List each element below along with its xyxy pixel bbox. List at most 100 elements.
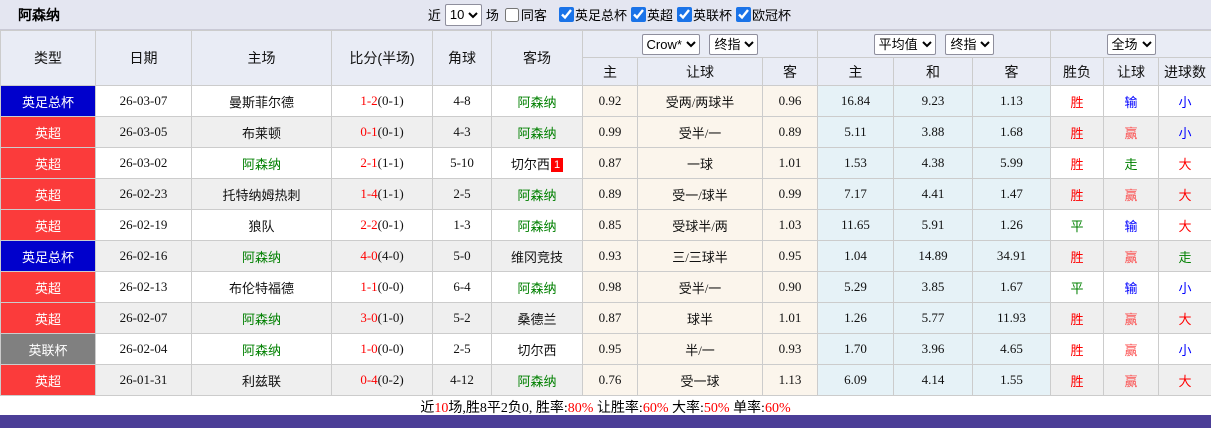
match-row: 英足总杯 26-02-16 阿森纳 4-0(4-0) 5-0 维冈竞技 0.93 三/三球半 0… <box>0 240 1211 272</box>
crow-away-odds: 0.99 <box>762 178 818 210</box>
league-filter-checkbox[interactable] <box>558 7 574 22</box>
match-row: 英超 26-02-23 托特纳姆热刺 1-4(1-1) 2-5 阿森纳 0.89 受一/球半 0… <box>0 178 1211 210</box>
col-header-score: 比分(半场) <box>331 30 433 86</box>
col-header-crow-handicap: 让球 <box>637 57 763 86</box>
crow-home-odds: 0.98 <box>582 271 638 303</box>
col-header-home: 主场 <box>191 30 332 86</box>
recent-suffix-label: 场 <box>485 8 499 23</box>
avg-away-odds: 11.93 <box>971 302 1052 334</box>
result-wdl: 胜 <box>1050 178 1105 210</box>
halftime-score: (0-1) <box>377 217 404 232</box>
match-date: 26-02-19 <box>95 209 192 241</box>
crow-handicap: 三/三球半 <box>637 240 763 272</box>
away-team: 阿森纳 <box>491 209 583 241</box>
avg-home-odds: 16.84 <box>817 85 894 117</box>
halftime-score: (0-2) <box>377 372 404 387</box>
scope-select[interactable]: 全场 <box>1106 33 1156 55</box>
avg-home-odds: 1.26 <box>817 302 894 334</box>
league-filter-checkbox[interactable] <box>735 7 751 22</box>
corner-score: 6-4 <box>432 271 492 303</box>
match-table-body: 英足总杯 26-03-07 曼斯菲尔德 1-2(0-1) 4-8 阿森纳 0.92 受两/两球… <box>0 85 1211 396</box>
col-header-date: 日期 <box>95 30 192 86</box>
away-team: 阿森纳 <box>491 85 583 117</box>
avg-draw-odds: 14.89 <box>893 240 973 272</box>
crow-handicap: 受半/一 <box>637 271 763 303</box>
col-header-result-handicap: 让球 <box>1103 57 1160 86</box>
corner-score: 5-0 <box>432 240 492 272</box>
away-team-name: 阿森纳 <box>517 187 557 203</box>
result-goals: 大 <box>1158 178 1211 210</box>
summary-segment: 单率: <box>729 401 765 416</box>
corner-score: 2-5 <box>432 333 492 365</box>
summary-segment: 60% <box>642 401 669 416</box>
avg-home-odds: 1.04 <box>817 240 894 272</box>
avg-home-odds: 6.09 <box>817 364 894 396</box>
home-team: 狼队 <box>191 209 332 241</box>
summary-segment: 50% <box>703 401 730 416</box>
league-type-cell: 英联杯 <box>0 333 96 365</box>
away-team-name: 阿森纳 <box>517 373 557 389</box>
corner-score: 2-5 <box>432 178 492 210</box>
halftime-score: (0-1) <box>377 124 404 139</box>
fulltime-score: 3-0 <box>360 310 378 325</box>
avg-home-odds: 5.11 <box>817 116 894 148</box>
corner-score: 1-3 <box>432 209 492 241</box>
crow-home-odds: 0.87 <box>582 302 638 334</box>
summary-segment: 场,胜8平2负0, 胜率: <box>448 401 568 416</box>
crow-source-select[interactable]: Crow* <box>641 33 700 55</box>
match-date: 26-02-04 <box>95 333 192 365</box>
crow-away-odds: 0.96 <box>762 85 818 117</box>
crow-away-odds: 1.01 <box>762 302 818 334</box>
crow-home-odds: 0.87 <box>582 147 638 179</box>
col-header-away: 客场 <box>491 30 583 86</box>
match-date: 26-01-31 <box>95 364 192 396</box>
league-filter-checkbox[interactable] <box>676 7 692 22</box>
away-team: 切尔西 <box>491 333 583 365</box>
fulltime-score: 1-4 <box>360 186 378 201</box>
match-date: 26-02-13 <box>95 271 192 303</box>
result-handicap: 赢 <box>1103 116 1160 148</box>
match-date: 26-03-07 <box>95 85 192 117</box>
halftime-score: (0-0) <box>377 279 404 294</box>
crow-away-odds: 1.01 <box>762 147 818 179</box>
filter-controls: 近 10 场 同客 英足总杯 英超 英联杯 欧冠杯 <box>428 3 791 26</box>
avg-home-odds: 5.29 <box>817 271 894 303</box>
avg-stage-select[interactable]: 终指 <box>945 33 995 55</box>
same-away-checkbox[interactable] <box>504 7 519 22</box>
fulltime-score: 1-0 <box>360 341 378 356</box>
halftime-score: (0-1) <box>377 93 404 108</box>
avg-draw-odds: 3.96 <box>893 333 973 365</box>
col-header-crow-home: 主 <box>582 57 638 86</box>
result-wdl: 胜 <box>1050 85 1105 117</box>
league-type-cell: 英超 <box>0 271 96 303</box>
avg-draw-odds: 5.77 <box>893 302 973 334</box>
league-type-cell: 英超 <box>0 178 96 210</box>
league-type-cell: 英足总杯 <box>0 85 96 117</box>
home-team: 阿森纳 <box>191 333 332 365</box>
crow-away-odds: 1.03 <box>762 209 818 241</box>
avg-draw-odds: 4.14 <box>893 364 973 396</box>
match-row: 英超 26-02-13 布伦特福德 1-1(0-0) 6-4 阿森纳 0.98 受半/一 0.9… <box>0 271 1211 303</box>
crow-stage-select[interactable]: 终指 <box>709 33 759 55</box>
avg-draw-odds: 3.85 <box>893 271 973 303</box>
avg-select-cell: 平均值 终指 <box>816 30 1052 58</box>
topbar: 阿森纳 近 10 场 同客 英足总杯 英超 英联杯 欧冠杯 <box>0 0 1211 30</box>
col-header-type: 类型 <box>0 30 96 86</box>
away-team: 切尔西 1 <box>491 147 583 179</box>
result-handicap: 赢 <box>1103 178 1160 210</box>
score-cell: 0-4(0-2) <box>331 364 433 396</box>
home-team: 利兹联 <box>191 364 332 396</box>
crow-home-odds: 0.76 <box>582 364 638 396</box>
avg-draw-odds: 4.41 <box>893 178 973 210</box>
crow-away-odds: 0.95 <box>762 240 818 272</box>
recent-count-select[interactable]: 10 <box>444 3 482 26</box>
avg-source-select[interactable]: 平均值 <box>873 33 936 55</box>
league-filter-checkbox[interactable] <box>630 7 646 22</box>
match-history-panel: 阿森纳 近 10 场 同客 英足总杯 英超 英联杯 欧冠杯 类型 日期 主场 比分(半… <box>0 0 1211 428</box>
avg-home-odds: 1.70 <box>817 333 894 365</box>
away-team-name: 阿森纳 <box>517 280 557 296</box>
result-wdl: 胜 <box>1050 116 1105 148</box>
home-team: 阿森纳 <box>191 302 332 334</box>
result-handicap: 输 <box>1103 85 1160 117</box>
league-type-cell: 英超 <box>0 302 96 334</box>
